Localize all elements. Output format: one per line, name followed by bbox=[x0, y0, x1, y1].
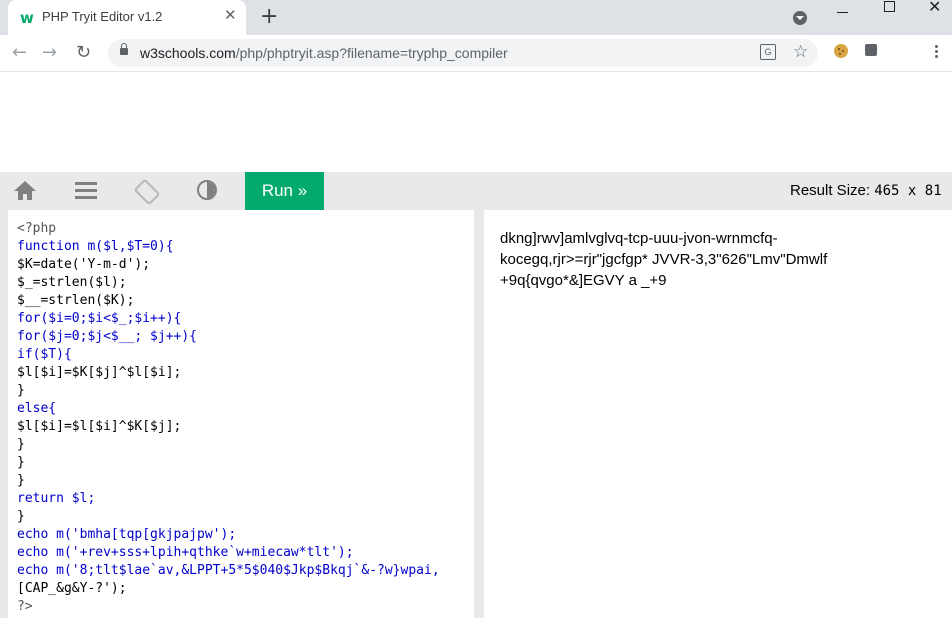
code-line[interactable]: echo m('8;tlt$lae`av,&LPPT+5*5$040$Jkp$B… bbox=[17, 562, 474, 580]
result-size: Result Size: 465 x 81 bbox=[790, 182, 942, 199]
code-line[interactable]: } bbox=[17, 472, 474, 490]
editor-toolbar: Run » Result Size: 465 x 81 bbox=[0, 172, 952, 210]
window-close-icon[interactable]: ✕ bbox=[928, 0, 941, 16]
run-button[interactable]: Run » bbox=[245, 172, 324, 210]
url-path: /php/phptryit.asp?filename=tryphp_compil… bbox=[235, 45, 508, 61]
menu-icon[interactable] bbox=[75, 181, 97, 201]
browser-menu-icon[interactable] bbox=[935, 45, 938, 48]
lock-icon[interactable] bbox=[120, 43, 128, 55]
code-line[interactable]: ?> bbox=[17, 598, 474, 616]
code-line[interactable]: $l[$i]=$l[$i]^$K[$j]; bbox=[17, 418, 474, 436]
browser-tab[interactable]: w PHP Tryit Editor v1.2 ✕ bbox=[8, 0, 246, 35]
code-line[interactable]: <?php bbox=[17, 220, 474, 238]
code-line[interactable]: $K=date('Y-m-d'); bbox=[17, 256, 474, 274]
code-editor[interactable]: <?php function m($l,$T=0){$K=date('Y-m-d'… bbox=[8, 210, 474, 618]
maximize-icon[interactable] bbox=[884, 1, 895, 12]
home-icon[interactable] bbox=[14, 181, 36, 201]
result-frame: dkng]rwv]amlvglvq-tcp-uuu-jvon-wrnmcfq-k… bbox=[484, 210, 952, 618]
url-host: w3schools.com bbox=[140, 45, 236, 61]
minimize-icon[interactable] bbox=[837, 12, 848, 13]
tab-search-icon[interactable] bbox=[793, 11, 807, 25]
result-output: dkng]rwv]amlvglvq-tcp-uuu-jvon-wrnmcfq-k… bbox=[500, 230, 828, 289]
code-line[interactable]: echo m('bmha[tqp[gkjpajpw'); bbox=[17, 526, 474, 544]
code-line[interactable]: } bbox=[17, 454, 474, 472]
code-line[interactable]: if($T){ bbox=[17, 346, 474, 364]
forward-button[interactable]: → bbox=[42, 41, 57, 65]
dark-mode-icon[interactable] bbox=[197, 180, 217, 200]
new-tab-button[interactable]: + bbox=[260, 5, 278, 29]
code-line[interactable]: [CAP_&g&Y-?'); bbox=[17, 580, 474, 598]
translate-icon[interactable]: G bbox=[760, 44, 776, 60]
extensions-puzzle-icon[interactable] bbox=[865, 44, 877, 56]
code-line[interactable]: return $l; bbox=[17, 490, 474, 508]
code-line[interactable]: for($j=0;$j<$__; $j++){ bbox=[17, 328, 474, 346]
browser-tab-bar: w PHP Tryit Editor v1.2 ✕ + ✕ bbox=[0, 0, 952, 35]
code-line[interactable]: else{ bbox=[17, 400, 474, 418]
editor-panes: <?php function m($l,$T=0){$K=date('Y-m-d'… bbox=[0, 210, 952, 618]
browser-nav-bar: ← → ↻ w3schools.com/php/phptryit.asp?fil… bbox=[0, 35, 952, 72]
code-line[interactable]: $_=strlen($l); bbox=[17, 274, 474, 292]
code-line[interactable]: } bbox=[17, 508, 474, 526]
result-size-label: Result Size: bbox=[790, 182, 875, 199]
pane-divider[interactable] bbox=[474, 210, 484, 618]
code-line[interactable]: for($i=0;$i<$_;$i++){ bbox=[17, 310, 474, 328]
reload-button[interactable]: ↻ bbox=[76, 41, 91, 65]
code-line[interactable]: echo m('+rev+sss+lpih+qthke`w+miecaw*tlt… bbox=[17, 544, 474, 562]
w3schools-favicon-icon: w bbox=[20, 9, 34, 27]
code-line[interactable]: $l[$i]=$K[$j]^$l[$i]; bbox=[17, 364, 474, 382]
bookmark-star-icon[interactable]: ☆ bbox=[793, 42, 808, 62]
code-line[interactable]: $__=strlen($K); bbox=[17, 292, 474, 310]
url-text[interactable]: w3schools.com/php/phptryit.asp?filename=… bbox=[140, 45, 508, 61]
code-line[interactable]: } bbox=[17, 436, 474, 454]
tab-title: PHP Tryit Editor v1.2 bbox=[42, 9, 163, 24]
back-button[interactable]: ← bbox=[12, 41, 27, 65]
result-size-value: 465 x 81 bbox=[874, 183, 942, 199]
change-orientation-icon[interactable] bbox=[133, 178, 161, 206]
tab-close-icon[interactable]: ✕ bbox=[224, 8, 237, 24]
cookie-extension-icon[interactable] bbox=[834, 44, 848, 58]
address-bar[interactable]: w3schools.com/php/phptryit.asp?filename=… bbox=[108, 39, 818, 67]
code-line[interactable]: } bbox=[17, 382, 474, 400]
code-line[interactable]: function m($l,$T=0){ bbox=[17, 238, 474, 256]
